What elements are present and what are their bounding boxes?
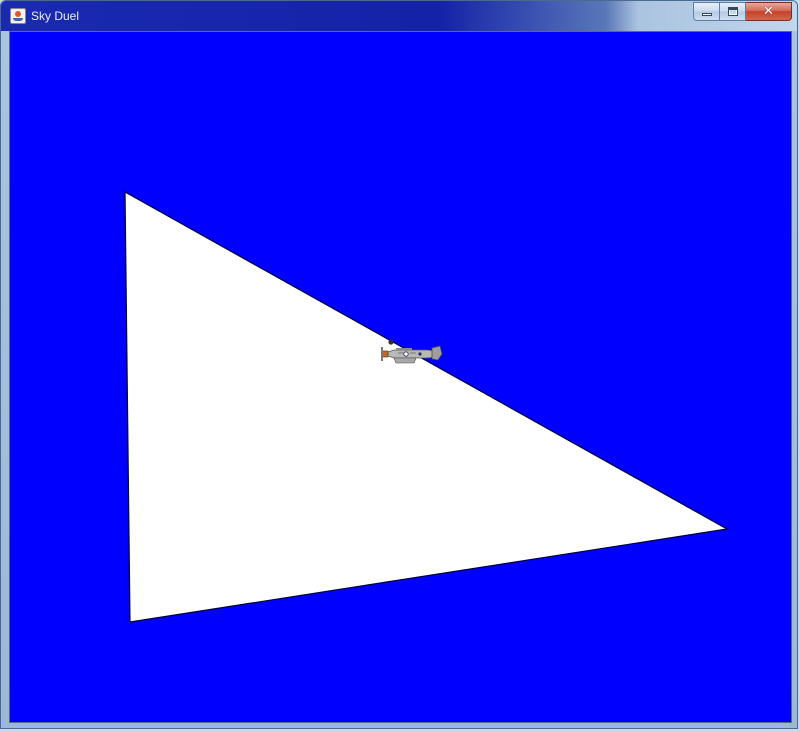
title-bar[interactable]: Sky Duel ✕ bbox=[1, 1, 797, 31]
window-title: Sky Duel bbox=[31, 9, 80, 23]
minimize-button[interactable] bbox=[693, 2, 720, 21]
close-button[interactable]: ✕ bbox=[746, 2, 792, 21]
java-cup-icon[interactable] bbox=[10, 8, 26, 24]
minimize-icon bbox=[702, 13, 712, 16]
game-canvas[interactable] bbox=[9, 31, 792, 723]
maximize-icon bbox=[728, 7, 738, 16]
maximize-button[interactable] bbox=[720, 2, 746, 21]
app-window: Sky Duel ✕ bbox=[0, 0, 798, 729]
game-scene bbox=[10, 32, 791, 722]
window-controls: ✕ bbox=[693, 2, 792, 21]
close-icon: ✕ bbox=[763, 4, 774, 19]
